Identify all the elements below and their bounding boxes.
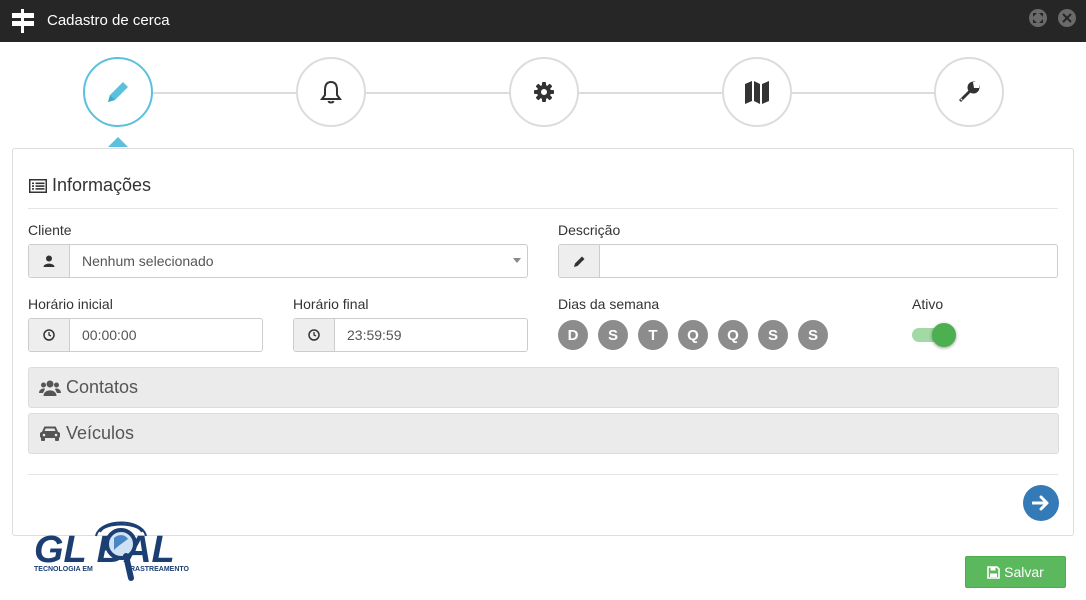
- day-toggle[interactable]: Q: [678, 320, 708, 350]
- horario-inicial-addon: [29, 319, 70, 351]
- step-mapa[interactable]: [722, 57, 792, 127]
- horario-final-value: 23:59:59: [347, 327, 402, 343]
- car-icon: [40, 426, 60, 441]
- gear-icon: [534, 82, 554, 102]
- maximize-button[interactable]: [1029, 9, 1047, 27]
- cliente-value[interactable]: Nenhum selecionado: [70, 245, 527, 277]
- cliente-addon: [29, 245, 70, 277]
- descricao-addon: [559, 245, 600, 277]
- contatos-section[interactable]: Contatos: [28, 367, 1059, 408]
- descricao-input[interactable]: [600, 245, 1057, 277]
- logo-tagline-right: RASTREAMENTO: [130, 566, 190, 573]
- active-step-pointer: [108, 137, 128, 147]
- day-toggle[interactable]: Q: [718, 320, 748, 350]
- section-informacoes: Informações: [29, 175, 151, 196]
- day-toggle[interactable]: S: [598, 320, 628, 350]
- footer-divider: [28, 474, 1058, 475]
- expand-icon: [1033, 13, 1043, 23]
- day-toggle[interactable]: D: [558, 320, 588, 350]
- cliente-selected-text: Nenhum selecionado: [82, 253, 214, 269]
- cliente-select[interactable]: Nenhum selecionado: [28, 244, 528, 278]
- pencil-icon: [573, 256, 584, 267]
- arrow-right-icon: [1032, 495, 1049, 511]
- descricao-input-group: [558, 244, 1058, 278]
- day-toggle[interactable]: S: [758, 320, 788, 350]
- horario-inicial-label: Horário inicial: [28, 296, 113, 312]
- descricao-label: Descrição: [558, 222, 621, 238]
- horario-final-label: Horário final: [293, 296, 369, 312]
- step-alertas[interactable]: [296, 57, 366, 127]
- step-informacoes[interactable]: [83, 57, 153, 127]
- map-icon: [745, 81, 769, 104]
- toggle-knob: [932, 323, 956, 347]
- form-panel: Informações Cliente Nenhum selecionado D…: [12, 148, 1074, 536]
- section-divider: [28, 208, 1058, 209]
- horario-final-group: 23:59:59: [293, 318, 528, 352]
- veiculos-section[interactable]: Veículos: [28, 413, 1059, 454]
- logo-tagline-left: TECNOLOGIA EM: [34, 566, 93, 573]
- clock-icon: [43, 329, 55, 341]
- save-button[interactable]: Salvar: [965, 556, 1066, 588]
- pencil-icon: [108, 82, 128, 102]
- day-toggle[interactable]: S: [798, 320, 828, 350]
- horario-final-input[interactable]: 23:59:59: [335, 319, 527, 351]
- title-bar: Cadastro de cerca: [0, 0, 1086, 42]
- users-icon: [39, 380, 61, 396]
- next-step-button[interactable]: [1023, 485, 1059, 521]
- close-button[interactable]: [1058, 9, 1076, 27]
- wrench-icon: [959, 81, 980, 102]
- logo-brand-text: GL BAL: [34, 529, 175, 571]
- ativo-toggle[interactable]: [912, 323, 956, 347]
- bell-icon: [320, 80, 342, 104]
- horario-inicial-value: 00:00:00: [82, 327, 137, 343]
- list-alt-icon: [29, 178, 47, 193]
- step-ferramentas[interactable]: [934, 57, 1004, 127]
- logo-graphic: GL BAL TECNOLOGIA EM RASTREAMENTO: [34, 521, 190, 581]
- cliente-label: Cliente: [28, 222, 72, 238]
- dias-label: Dias da semana: [558, 296, 660, 312]
- close-icon: [1062, 13, 1072, 23]
- horario-final-addon: [294, 319, 335, 351]
- section-title: Informações: [52, 175, 152, 195]
- signpost-icon: [12, 9, 34, 33]
- horario-inicial-group: 00:00:00: [28, 318, 263, 352]
- horario-inicial-input[interactable]: 00:00:00: [70, 319, 262, 351]
- weekday-selector: D S T Q Q S S: [558, 320, 838, 350]
- clock-icon: [308, 329, 320, 341]
- veiculos-title: Veículos: [66, 423, 135, 443]
- floppy-disk-icon: [987, 565, 1000, 579]
- company-logo: GL BAL TECNOLOGIA EM RASTREAMENTO: [30, 516, 202, 588]
- contatos-title: Contatos: [66, 377, 139, 397]
- window-title: Cadastro de cerca: [47, 12, 170, 29]
- user-icon: [43, 255, 55, 267]
- day-toggle[interactable]: T: [638, 320, 668, 350]
- save-label: Salvar: [1004, 564, 1044, 580]
- step-configuracoes[interactable]: [509, 57, 579, 127]
- ativo-label: Ativo: [912, 296, 944, 312]
- chevron-down-icon: [513, 258, 521, 263]
